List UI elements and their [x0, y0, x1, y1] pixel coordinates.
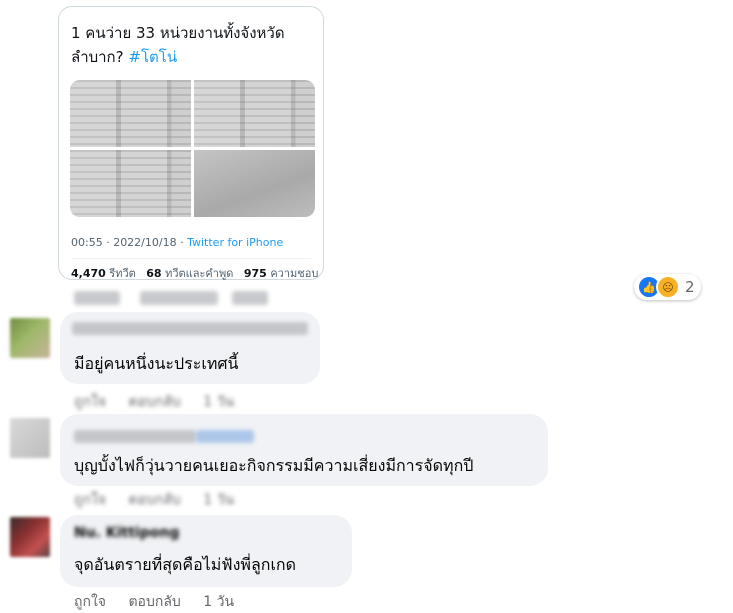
avatar[interactable]	[10, 517, 50, 557]
retweets-count: 4,470	[71, 267, 106, 280]
like-action[interactable]: ถูกใจ	[74, 594, 106, 610]
quotes-label[interactable]: ทวีตและคำพูด	[165, 267, 233, 280]
comment-actions: ถูกใจ ตอบกลับ 1 วัน	[74, 391, 252, 413]
tweet-media-grid[interactable]	[70, 80, 315, 217]
tweet-body: 1 คนว่าย 33 หน่วยงานทั้งจังหวัด ลำบาก?	[71, 24, 285, 66]
like-action[interactable]: ถูกใจ	[74, 492, 106, 508]
comment-actions: ถูกใจ ตอบกลับ 1 วัน	[74, 591, 252, 613]
avatar[interactable]	[10, 418, 50, 458]
comment-bubble: บุญบั้งไฟก็วุ่นวายคนเยอะกิจกรรมมีความเสี…	[60, 414, 548, 486]
reply-action[interactable]: ตอบกลับ	[128, 394, 180, 410]
tweet-photo-4[interactable]	[194, 150, 315, 217]
comment-time[interactable]: 1 วัน	[203, 394, 234, 410]
tweet-divider	[71, 258, 311, 259]
blurred-author-name[interactable]	[74, 430, 196, 443]
tweet-photo-2[interactable]	[194, 80, 315, 147]
quotes-count: 68	[146, 267, 162, 280]
comment-actions: ถูกใจ ตอบกลับ 1 วัน	[74, 489, 252, 511]
likes-label[interactable]: ความชอบ	[270, 267, 318, 280]
avatar[interactable]	[10, 318, 50, 358]
comment-text: จุดอันตรายที่สุดคือไม่ฟังพี่ลูกเกด	[74, 555, 296, 574]
reactions-badge[interactable]: 👍 ☹ 2	[634, 274, 701, 300]
like-action[interactable]: ถูกใจ	[74, 394, 106, 410]
reaction-count: 2	[685, 278, 695, 296]
tweet-card[interactable]: 1 คนว่าย 33 หน่วยงานทั้งจังหวัด ลำบาก? #…	[58, 6, 324, 280]
comment-time[interactable]: 1 วัน	[203, 492, 234, 508]
comment-bubble: มีอยู่คนหนึ่งนะประเทศนี้	[60, 312, 320, 384]
retweets-label[interactable]: รีทวีต	[109, 267, 135, 280]
tweet-text: 1 คนว่าย 33 หน่วยงานทั้งจังหวัด ลำบาก? #…	[71, 21, 311, 69]
comment-time[interactable]: 1 วัน	[203, 594, 234, 610]
comment-bubble: Nu. Kittipong จุดอันตรายที่สุดคือไม่ฟังพ…	[60, 515, 352, 587]
blurred-author-tag[interactable]	[196, 430, 254, 443]
comment-text: บุญบั้งไฟก็วุ่นวายคนเยอะกิจกรรมมีความเสี…	[74, 456, 474, 475]
tweet-photo-1[interactable]	[70, 80, 191, 147]
sad-icon: ☹	[656, 275, 680, 299]
blurred-like-action[interactable]	[74, 291, 120, 305]
likes-count: 975	[243, 267, 267, 280]
tweet-photo-3[interactable]	[70, 150, 191, 217]
blurred-time	[232, 291, 268, 305]
hashtag-link[interactable]: #โตโน่	[128, 48, 177, 66]
tweet-source[interactable]: Twitter for iPhone	[187, 236, 283, 249]
blurred-author-name[interactable]	[72, 322, 308, 335]
reply-action[interactable]: ตอบกลับ	[128, 492, 180, 508]
comment-text: มีอยู่คนหนึ่งนะประเทศนี้	[74, 354, 239, 373]
tweet-time: 00:55 · 2022/10/18 ·	[71, 236, 188, 249]
comment-author[interactable]: Nu. Kittipong	[74, 525, 179, 541]
tweet-timestamp: 00:55 · 2022/10/18 · Twitter for iPhone	[71, 236, 283, 249]
reply-action[interactable]: ตอบกลับ	[128, 594, 180, 610]
blurred-reply-action[interactable]	[140, 291, 218, 305]
tweet-stats: 4,470 รีทวีต 68 ทวีตและคำพูด 975 ความชอบ	[71, 264, 318, 282]
